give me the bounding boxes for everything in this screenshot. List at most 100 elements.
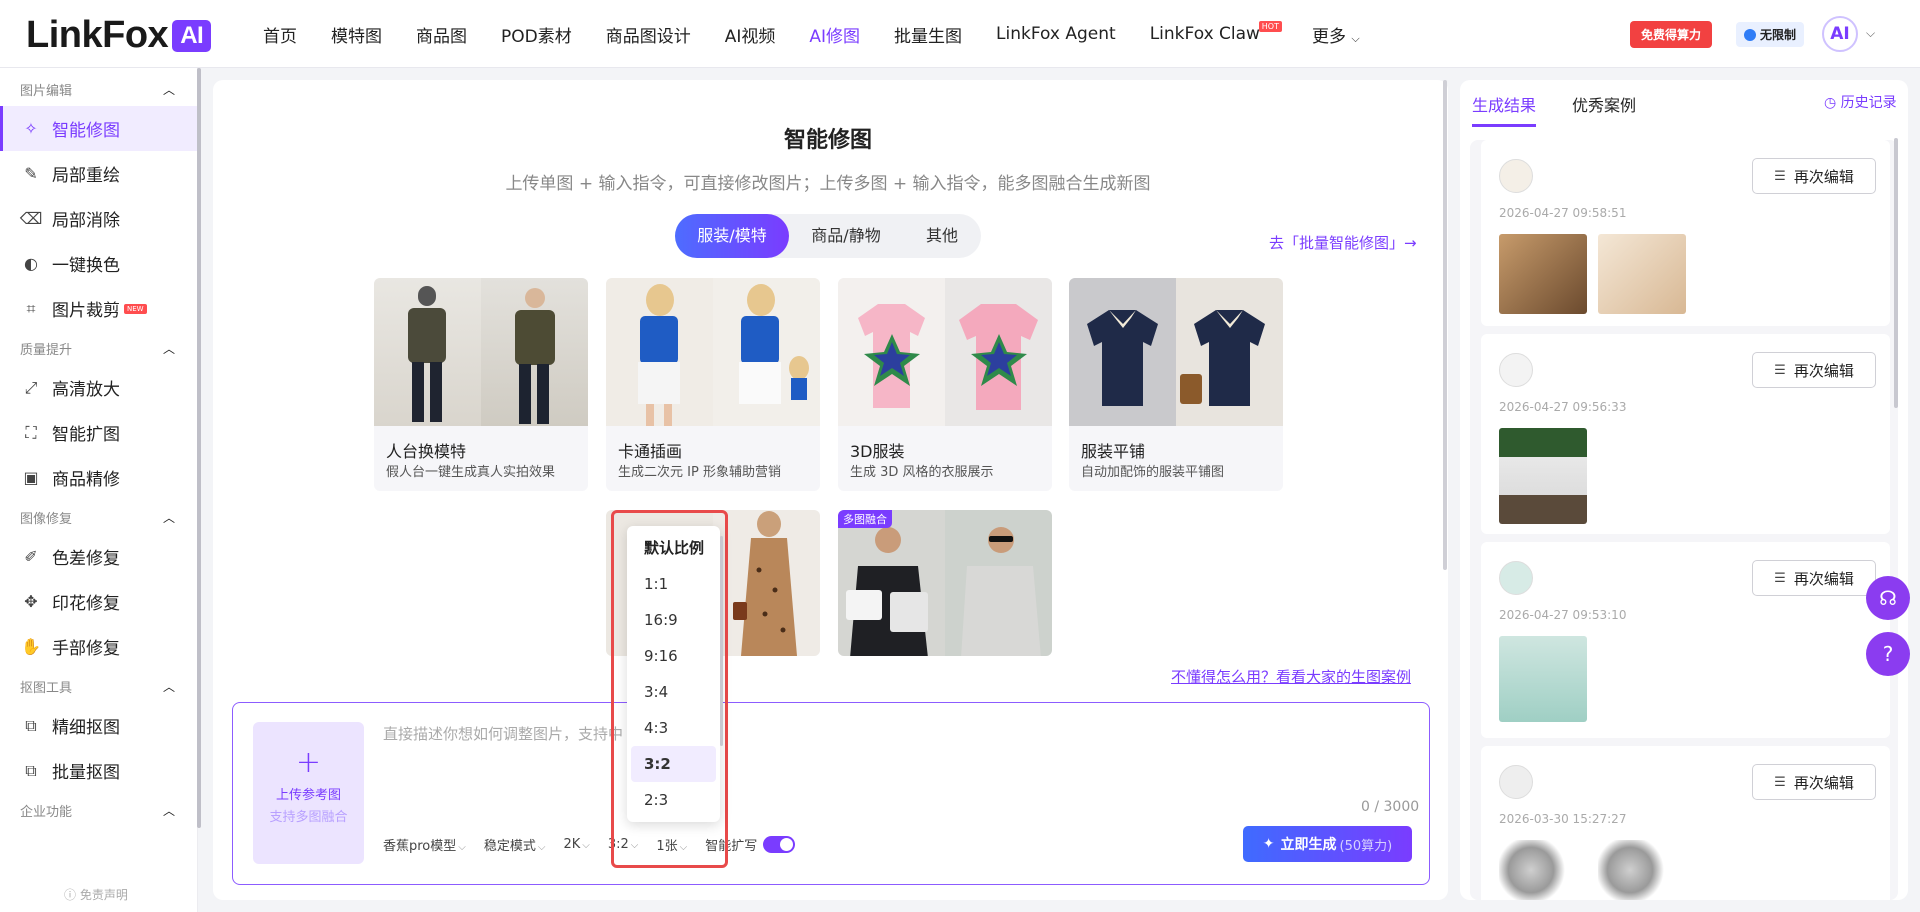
nav-model-image[interactable]: 模特图	[331, 22, 382, 47]
ratio-option-1-1[interactable]: 1:1	[627, 566, 720, 602]
sliders-icon: ☰	[1774, 362, 1786, 378]
main-nav: 首页 模特图 商品图 POD素材 商品图设计 AI视频 AI修图 批量生图 Li…	[263, 0, 1394, 68]
history-label: 历史记录	[1840, 95, 1897, 111]
sidebar-section-image-edit[interactable]: 图片编辑 ︿	[0, 72, 197, 106]
avatar-chevron-down-icon[interactable]: ⌵	[1866, 26, 1875, 41]
upload-reference-button[interactable]: + 上传参考图 支持多图融合	[253, 722, 364, 864]
sidebar-item-label: 图片裁剪	[52, 301, 120, 321]
sidebar-item-batch-cutout[interactable]: ⧉ 批量抠图	[0, 748, 197, 793]
edit-again-button[interactable]: ☰ 再次编辑	[1752, 560, 1876, 596]
sidebar-section-quality[interactable]: 质量提升 ︿	[0, 331, 197, 365]
result-image[interactable]	[1598, 234, 1686, 314]
linkfox-logo[interactable]: LinkFox AI	[26, 14, 212, 57]
smart-expand-toggle[interactable]	[763, 836, 796, 853]
mode-select[interactable]: 稳定模式 ⌵	[484, 835, 546, 854]
prompt-input[interactable]: 直接描述你想如何调整图片，支持中	[383, 723, 623, 744]
nav-product-image[interactable]: 商品图	[416, 22, 467, 47]
card-desc: 生成 3D 风格的衣服展示	[850, 465, 994, 480]
card-desc: 假人台一键生成真人实拍效果	[386, 465, 556, 480]
before-image	[606, 278, 713, 426]
disclaimer-link[interactable]: ⓘ 免责声明	[64, 886, 128, 903]
edit-again-button[interactable]: ☰ 再次编辑	[1752, 158, 1876, 194]
nav-batch-generate[interactable]: 批量生图	[894, 22, 962, 47]
sidebar-item-crop[interactable]: ⌗ 图片裁剪 NEW	[0, 286, 197, 331]
ratio-option-16-9[interactable]: 16:9	[627, 602, 720, 638]
tab-apparel-model[interactable]: 服装/模特	[675, 214, 789, 258]
card-title: 卡通插画	[618, 442, 683, 461]
card-title: 服装平铺	[1081, 442, 1146, 461]
nav-product-design[interactable]: 商品图设计	[606, 22, 691, 47]
nav-pod-assets[interactable]: POD素材	[501, 22, 572, 47]
model-select[interactable]: 香蕉pro模型 ⌵	[383, 835, 466, 854]
help-examples-link[interactable]: 不懂得怎么用？看看大家的生图案例	[1171, 666, 1411, 687]
history-link[interactable]: ◷ 历史记录	[1824, 92, 1897, 112]
nav-linkfox-claw[interactable]: LinkFox Claw HOT	[1150, 21, 1282, 44]
result-thumbnail-avatar	[1499, 353, 1533, 387]
generate-button[interactable]: ✦ 立即生成 (50算力)	[1243, 826, 1412, 862]
results-scrollbar[interactable]	[1894, 138, 1898, 408]
sidebar-section-cutout[interactable]: 抠图工具 ︿	[0, 669, 197, 703]
ratio-option-default[interactable]: 默认比例	[627, 530, 720, 566]
result-image[interactable]	[1499, 428, 1587, 524]
template-card-flatlay[interactable]: 服装平铺 自动加配饰的服装平铺图	[1069, 278, 1283, 491]
sidebar-item-fine-cutout[interactable]: ⧉ 精细抠图	[0, 703, 197, 748]
ratio-option-2-3[interactable]: 2:3	[627, 782, 720, 818]
avatar[interactable]: AI	[1822, 16, 1858, 52]
result-image[interactable]	[1499, 636, 1587, 722]
sidebar-item-print-repair[interactable]: ✥ 印花修复	[0, 579, 197, 624]
wand-icon: ✦	[1262, 836, 1275, 852]
sidebar-section-enterprise[interactable]: 企业功能 ︿	[0, 793, 197, 827]
ratio-option-4-3[interactable]: 4:3	[627, 710, 720, 746]
nav-ai-retouch[interactable]: AI修图	[809, 22, 860, 47]
help-button[interactable]: ?	[1866, 632, 1910, 676]
nav-linkfox-agent[interactable]: LinkFox Agent	[996, 24, 1116, 44]
tab-product-still[interactable]: 商品/静物	[789, 214, 903, 258]
template-card-3d-apparel[interactable]: 3D服装 生成 3D 风格的衣服展示	[838, 278, 1052, 491]
unlimited-button[interactable]: 无限制	[1736, 22, 1805, 47]
sidebar-item-hand-repair[interactable]: ✋ 手部修复	[0, 624, 197, 669]
sidebar-item-expand[interactable]: ⛶ 智能扩图	[0, 410, 197, 455]
sidebar-item-label: 批量抠图	[52, 763, 120, 783]
nav-more[interactable]: 更多 ⌵	[1312, 22, 1360, 47]
result-image[interactable]	[1598, 840, 1678, 900]
edit-again-button[interactable]: ☰ 再次编辑	[1752, 352, 1876, 388]
main-scrollbar[interactable]	[1443, 80, 1447, 570]
nav-home[interactable]: 首页	[263, 22, 297, 47]
headset-support-button[interactable]: ☊	[1866, 576, 1910, 620]
result-image[interactable]	[1499, 234, 1587, 314]
template-card-cartoon[interactable]: 卡通插画 生成二次元 IP 形象辅助营销	[606, 278, 820, 491]
dropdown-scrollbar[interactable]	[720, 536, 723, 746]
sidebar-scrollbar[interactable]	[197, 68, 201, 828]
free-credits-button[interactable]: 免费得算力	[1630, 21, 1713, 48]
sidebar-item-partial-erase[interactable]: ⌫ 局部消除	[0, 196, 197, 241]
sidebar-item-partial-repaint[interactable]: ✎ 局部重绘	[0, 151, 197, 196]
tab-showcase[interactable]: 优秀案例	[1572, 92, 1636, 116]
man-jacket-image	[846, 527, 928, 656]
sidebar-item-label: 局部消除	[52, 211, 120, 231]
sidebar-section-repair[interactable]: 图像修复 ︿	[0, 500, 197, 534]
sidebar-item-color-repair[interactable]: ✐ 色差修复	[0, 534, 197, 579]
section-title: 企业功能	[20, 804, 73, 820]
template-card-mannequin-to-model[interactable]: 人台换模特 假人台一键生成真人实拍效果	[374, 278, 588, 491]
tab-results[interactable]: 生成结果	[1472, 92, 1536, 116]
sidebar-item-product-refine[interactable]: ▣ 商品精修	[0, 455, 197, 500]
generate-label: 立即生成	[1280, 837, 1337, 853]
plus-icon: +	[295, 745, 322, 780]
ratio-option-3-2[interactable]: 3:2	[631, 746, 716, 782]
batch-retouch-link[interactable]: 去「批量智能修图」→	[1269, 232, 1417, 253]
sidebar-item-smart-retouch[interactable]: ✧ 智能修图	[0, 106, 197, 151]
section-title: 质量提升	[20, 342, 73, 358]
resolution-select[interactable]: 2K ⌵	[563, 837, 589, 852]
template-card-multi-image-merge[interactable]: 多图融合	[838, 510, 1052, 656]
ratio-option-9-16[interactable]: 9:16	[627, 638, 720, 674]
tab-other[interactable]: 其他	[903, 214, 981, 258]
nav-ai-video[interactable]: AI视频	[725, 22, 776, 47]
sidebar-item-upscale[interactable]: ⤢ 高清放大	[0, 365, 197, 410]
edit-again-button[interactable]: ☰ 再次编辑	[1752, 764, 1876, 800]
edit-again-label: 再次编辑	[1793, 361, 1854, 380]
chevron-down-icon: ⌵	[582, 840, 590, 851]
ratio-option-3-4[interactable]: 3:4	[627, 674, 720, 710]
sidebar-item-recolor[interactable]: ◐ 一键换色	[0, 241, 197, 286]
result-image[interactable]	[1499, 840, 1579, 900]
main-panel: 智能修图 上传单图 + 输入指令，可直接修改图片；上传多图 + 输入指令，能多图…	[213, 80, 1448, 900]
